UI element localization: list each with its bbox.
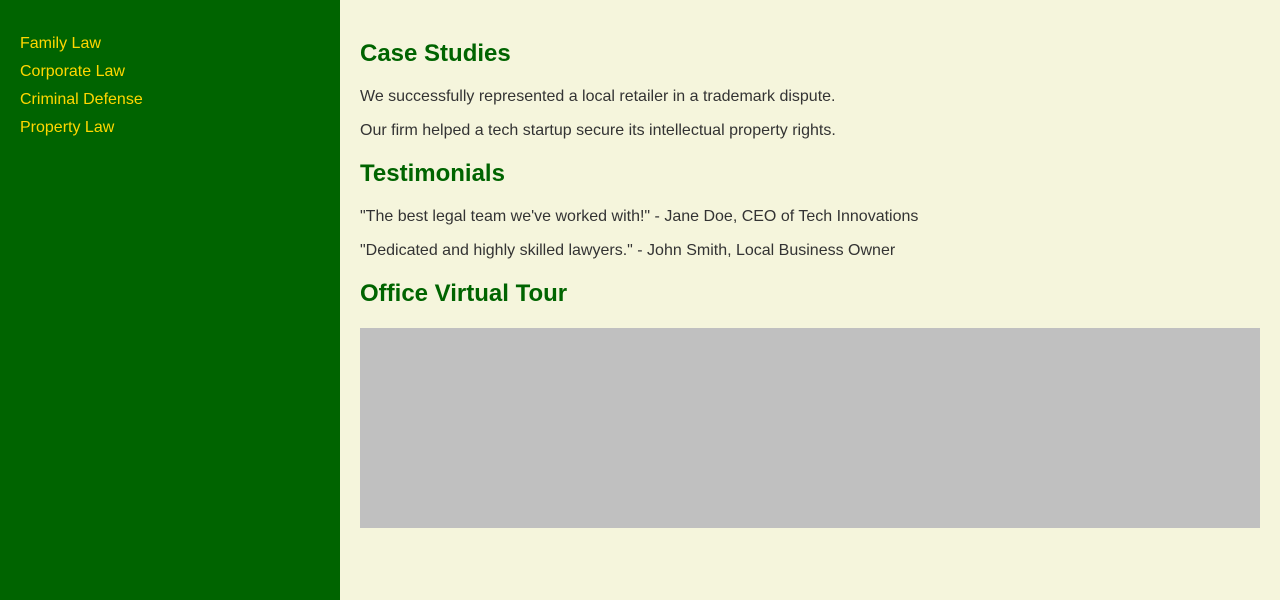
sidebar-item-family-law: Family Law <box>20 30 320 58</box>
case-study-item: Our firm helped a tech startup secure it… <box>360 122 836 139</box>
testimonials-heading: Testimonials <box>360 160 505 187</box>
testimonial-item: "The best legal team we've worked with!"… <box>360 208 919 225</box>
sidebar-item-corporate-law: Corporate Law <box>20 58 320 86</box>
virtual-tour-heading: Office Virtual Tour <box>360 280 568 307</box>
main-content: Case Studies We successfully represented… <box>340 0 1280 600</box>
virtual-tour-frame[interactable] <box>360 328 1260 528</box>
sidebar-link-corporate-law[interactable]: Corporate Law <box>20 63 125 80</box>
sidebar-link-family-law[interactable]: Family Law <box>20 35 101 52</box>
sidebar-nav-list: Family Law Corporate Law Criminal Defens… <box>20 30 320 142</box>
sidebar-item-property-law: Property Law <box>20 114 320 142</box>
case-study-item: We successfully represented a local reta… <box>360 88 836 105</box>
sidebar-item-criminal-defense: Criminal Defense <box>20 86 320 114</box>
testimonial-item: "Dedicated and highly skilled lawyers." … <box>360 242 896 259</box>
sidebar-link-criminal-defense[interactable]: Criminal Defense <box>20 91 143 108</box>
case-studies-heading: Case Studies <box>360 40 511 67</box>
sidebar: Family Law Corporate Law Criminal Defens… <box>0 0 340 600</box>
sidebar-link-property-law[interactable]: Property Law <box>20 119 114 136</box>
